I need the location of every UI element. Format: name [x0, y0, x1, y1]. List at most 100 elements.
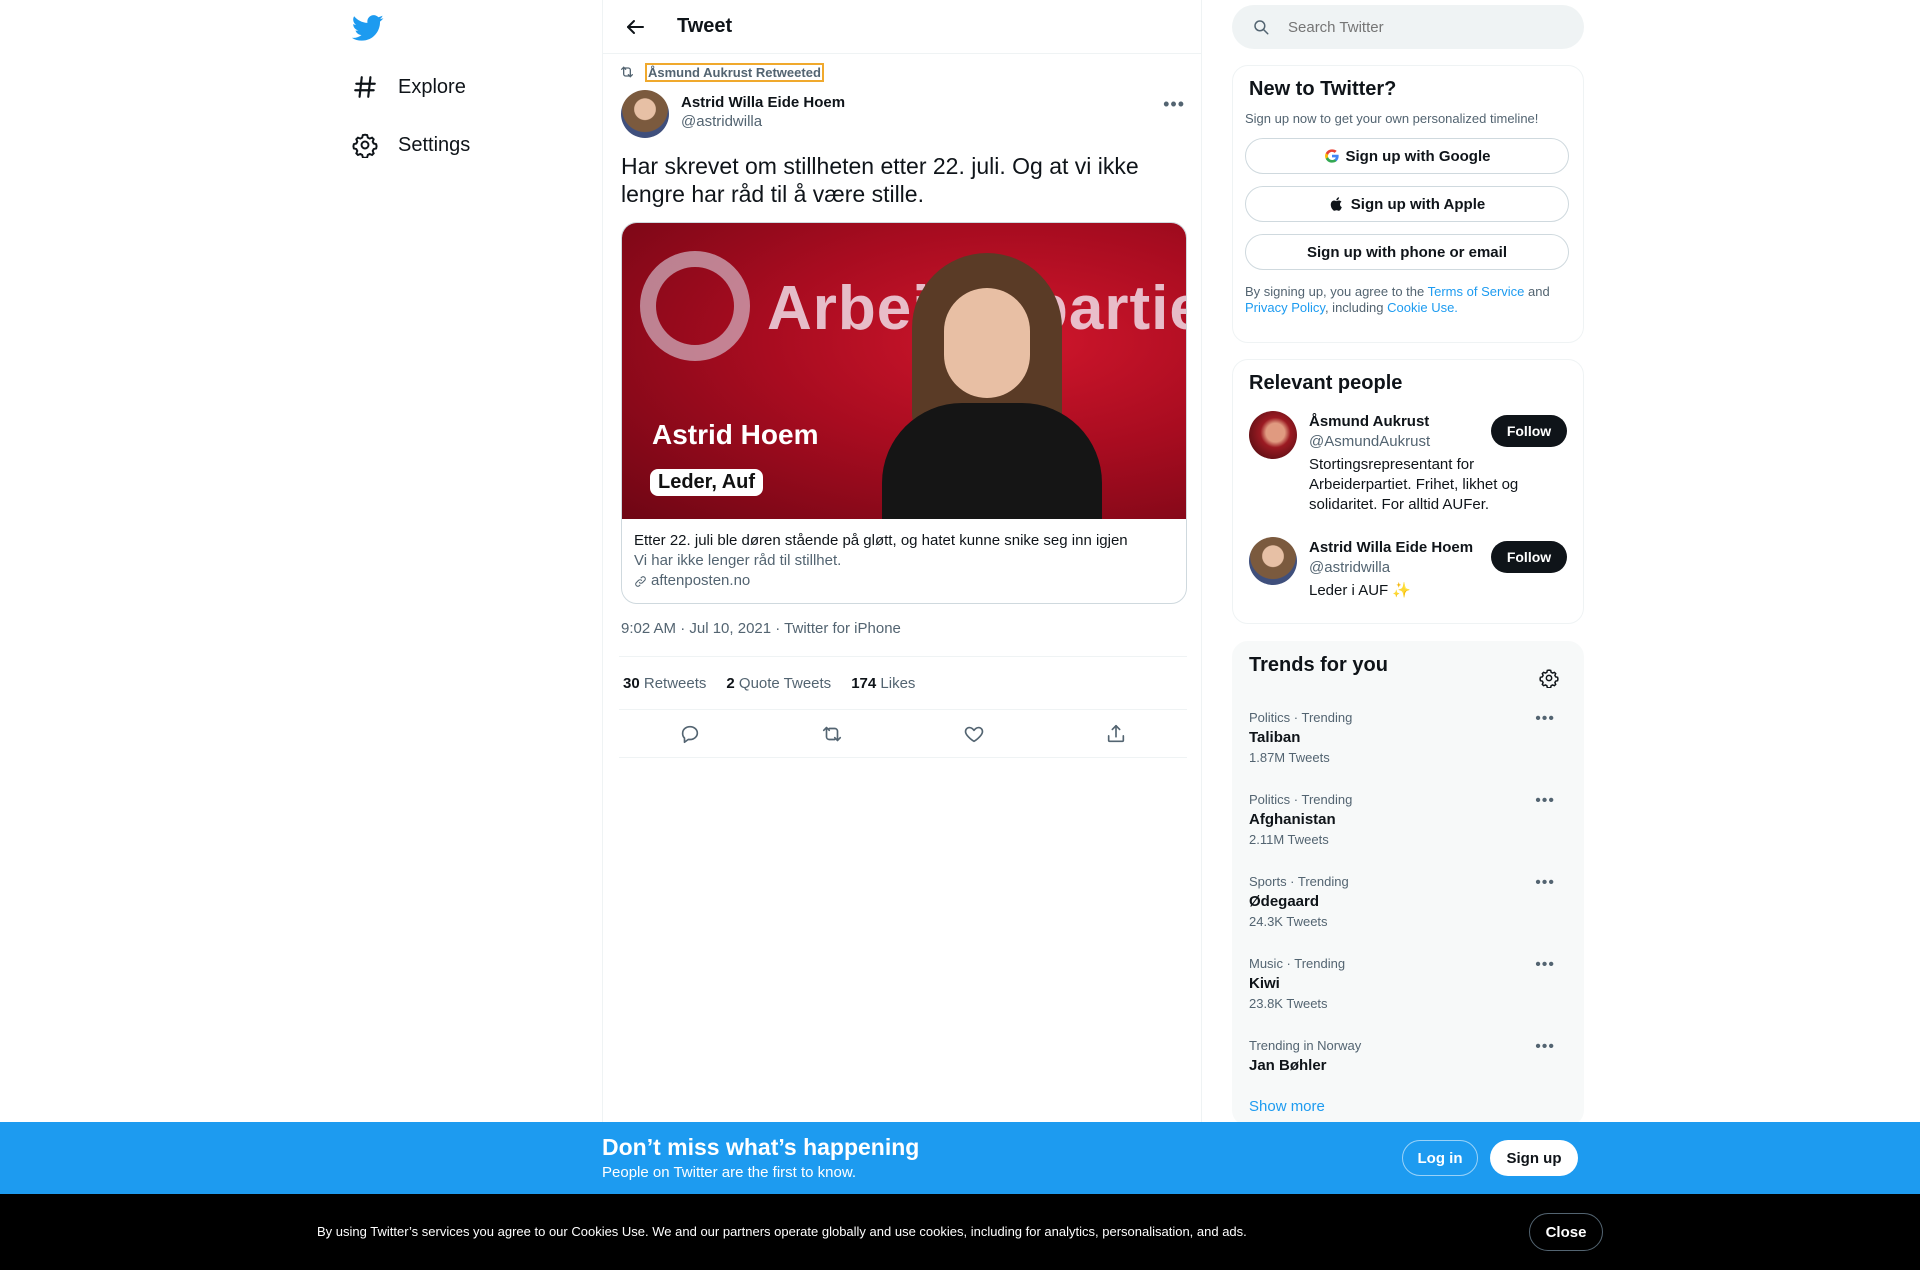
reply-icon[interactable]: [679, 723, 701, 745]
cookie-banner-text: By using Twitter’s services you agree to…: [317, 1224, 1247, 1239]
retweets-label: Retweets: [643, 674, 707, 692]
more-options-icon[interactable]: •••: [1535, 710, 1555, 728]
main-column: Tweet Åsmund Aukrust Retweeted Astrid Wi…: [602, 0, 1202, 1125]
follow-button[interactable]: Follow: [1491, 415, 1567, 447]
avatar[interactable]: [1249, 537, 1297, 585]
tweet-stats: 30 Retweets 2 Quote Tweets 174 Likes: [619, 656, 1187, 710]
relevant-people-title: Relevant people: [1249, 372, 1403, 394]
likes-count: 174: [851, 674, 877, 692]
retweet-context: Åsmund Aukrust Retweeted: [619, 62, 824, 82]
signup-button[interactable]: Sign up: [1490, 1140, 1578, 1176]
gear-icon: [352, 133, 378, 158]
person-handle[interactable]: @astridwilla: [1309, 559, 1390, 576]
search-icon: [1254, 20, 1269, 35]
quotes-label: Quote Tweets: [738, 674, 832, 692]
privacy-policy-link[interactable]: Privacy Policy: [1245, 300, 1325, 315]
rose-logo-icon: [640, 251, 750, 361]
nav-settings[interactable]: Settings: [352, 125, 470, 165]
card-portrait: [882, 253, 1102, 519]
retweet-button-icon[interactable]: [821, 723, 843, 745]
more-options-icon[interactable]: •••: [1535, 874, 1555, 892]
new-to-twitter-subtitle: Sign up now to get your own personalized…: [1245, 111, 1539, 126]
back-arrow-icon[interactable]: [623, 15, 647, 39]
signup-terms: By signing up, you agree to the Terms of…: [1245, 284, 1571, 316]
tweet-actions: [619, 710, 1187, 758]
likes-stat[interactable]: 174 Likes: [851, 675, 915, 692]
show-more-link[interactable]: Show more: [1249, 1098, 1567, 1115]
trend-count: 24.3K Tweets: [1249, 914, 1328, 929]
terms-including: , including: [1324, 300, 1388, 315]
trends-header: Trends for you: [1233, 654, 1583, 702]
tweet-timestamp[interactable]: 9:02 AM · Jul 10, 2021 · Twitter for iPh…: [621, 620, 901, 637]
signup-apple-button[interactable]: Sign up with Apple: [1245, 186, 1569, 222]
trend-count: 1.87M Tweets: [1249, 750, 1330, 765]
twitter-bird-icon[interactable]: [352, 12, 384, 44]
cookie-use-link[interactable]: Cookie Use.: [1387, 300, 1458, 315]
avatar[interactable]: [1249, 411, 1297, 459]
card-domain: aftenposten.no: [634, 571, 1174, 591]
person-name[interactable]: Astrid Willa Eide Hoem: [1309, 539, 1473, 556]
terms-and: and: [1524, 284, 1550, 299]
more-options-icon[interactable]: •••: [1535, 792, 1555, 810]
trends-title: Trends for you: [1249, 654, 1388, 676]
trends-settings-gear-icon[interactable]: [1539, 668, 1559, 688]
trend-category: Politics · Trending: [1249, 710, 1353, 725]
nav-settings-label: Settings: [398, 133, 471, 156]
nav-explore[interactable]: Explore: [352, 67, 466, 107]
person-handle[interactable]: @AsmundAukrust: [1309, 433, 1430, 450]
retweeted-by-link[interactable]: Åsmund Aukrust Retweeted: [645, 62, 824, 82]
quotes-stat[interactable]: 2 Quote Tweets: [726, 675, 831, 692]
trend-item[interactable]: Music · Trending Kiwi 23.8K Tweets •••: [1249, 948, 1567, 1030]
tweet-header: Tweet: [603, 0, 1201, 54]
cookie-close-button[interactable]: Close: [1529, 1213, 1603, 1251]
trends-panel: Trends for you Politics · Trending Talib…: [1232, 641, 1584, 1126]
trend-category: Music · Trending: [1249, 956, 1346, 971]
signup-phone-label: Sign up with phone or email: [1306, 243, 1507, 261]
trend-category: Politics · Trending: [1249, 792, 1353, 807]
person-name[interactable]: Åsmund Aukrust: [1309, 413, 1429, 430]
trend-item[interactable]: Sports · Trending Ødegaard 24.3K Tweets …: [1249, 866, 1567, 948]
more-options-icon[interactable]: •••: [1535, 956, 1555, 974]
share-icon[interactable]: [1105, 723, 1127, 745]
apple-icon: [1330, 197, 1342, 211]
cookie-banner: By using Twitter’s services you agree to…: [0, 1194, 1920, 1270]
trend-name: Kiwi: [1249, 975, 1280, 992]
retweets-count: 30: [623, 674, 640, 692]
retweets-stat[interactable]: 30 Retweets: [623, 675, 706, 692]
new-to-twitter-panel: New to Twitter? Sign up now to get your …: [1232, 65, 1584, 343]
likes-label: Likes: [880, 674, 916, 692]
trend-name: Ødegaard: [1249, 893, 1320, 910]
login-button[interactable]: Log in: [1402, 1140, 1478, 1176]
search-box[interactable]: [1232, 5, 1584, 49]
card-body: Etter 22. juli ble døren stående på gløt…: [622, 519, 1186, 603]
more-options-icon[interactable]: •••: [1535, 1038, 1555, 1056]
author-name[interactable]: Astrid Willa Eide Hoem: [681, 94, 845, 111]
avatar[interactable]: [621, 90, 669, 138]
more-options-icon[interactable]: •••: [1163, 94, 1185, 115]
person-bio: Stortingsrepresentant for Arbeiderpartie…: [1309, 456, 1519, 513]
card-image: Arbeiderpartiet Astrid Hoem Leder, Auf: [622, 223, 1186, 519]
person-row[interactable]: Åsmund Aukrust @AsmundAukrust Stortingsr…: [1249, 411, 1567, 527]
trend-name: Jan Bøhler: [1249, 1057, 1327, 1074]
signup-google-label: Sign up with Google: [1345, 147, 1491, 165]
trend-count: 2.11M Tweets: [1249, 832, 1329, 847]
tweet-author: Astrid Willa Eide Hoem @astridwilla: [621, 90, 845, 138]
search-input[interactable]: [1288, 18, 1548, 36]
terms-of-service-link[interactable]: Terms of Service: [1428, 284, 1525, 299]
signup-phone-button[interactable]: Sign up with phone or email: [1245, 234, 1569, 270]
trend-category: Sports · Trending: [1249, 874, 1349, 889]
tweet-text: Har skrevet om stillheten etter 22. juli…: [621, 153, 1139, 207]
trend-item[interactable]: Politics · Trending Taliban 1.87M Tweets…: [1249, 702, 1567, 784]
link-card[interactable]: Arbeiderpartiet Astrid Hoem Leder, Auf E…: [621, 222, 1187, 604]
google-icon: [1324, 149, 1339, 163]
new-to-twitter-title: New to Twitter?: [1249, 78, 1397, 100]
card-name-overlay: Astrid Hoem: [652, 419, 819, 450]
person-row[interactable]: Astrid Willa Eide Hoem @astridwilla Lede…: [1249, 537, 1567, 607]
follow-button[interactable]: Follow: [1491, 541, 1567, 573]
trend-item[interactable]: Politics · Trending Afghanistan 2.11M Tw…: [1249, 784, 1567, 866]
trend-item[interactable]: Trending in Norway Jan Bøhler •••: [1249, 1030, 1567, 1098]
author-handle[interactable]: @astridwilla: [681, 113, 845, 130]
bottom-bar-subtitle: People on Twitter are the first to know.: [602, 1164, 857, 1181]
like-heart-icon[interactable]: [963, 723, 985, 745]
signup-google-button[interactable]: Sign up with Google: [1245, 138, 1569, 174]
